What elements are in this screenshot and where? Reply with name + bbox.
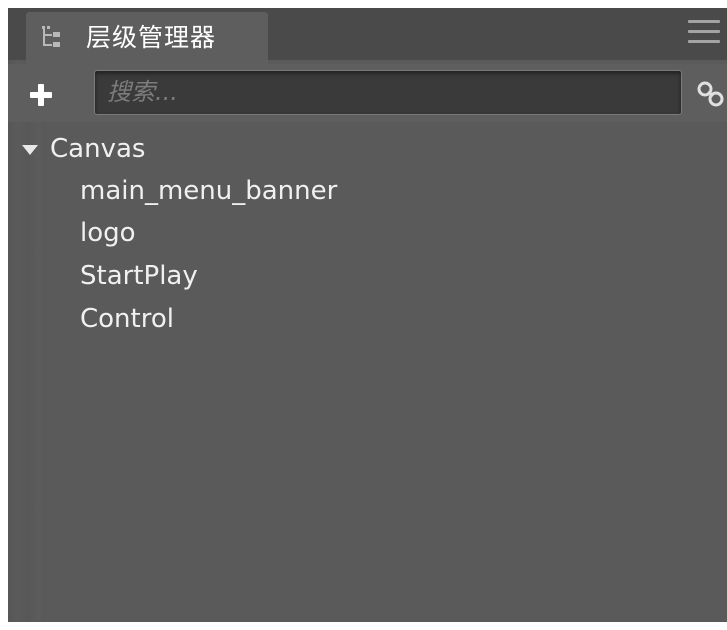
search-field[interactable]: [94, 70, 682, 115]
link-icon[interactable]: [696, 80, 727, 110]
tree-item-control[interactable]: Control: [80, 302, 174, 336]
panel-tab-bar: 层级管理器: [8, 8, 727, 64]
tree-item-logo[interactable]: logo: [80, 216, 136, 250]
hierarchy-panel: 层级管理器 搜索... Canvas main_menu_banner logo…: [8, 8, 727, 622]
add-node-button[interactable]: [26, 80, 56, 110]
expand-caret-icon[interactable]: [22, 145, 38, 155]
screenshot-frame: 层级管理器 搜索... Canvas main_menu_banner logo…: [0, 0, 727, 630]
hierarchy-toolbar: [8, 64, 727, 122]
search-input[interactable]: [107, 75, 667, 109]
tab-hierarchy[interactable]: 层级管理器: [26, 12, 268, 64]
hierarchy-tree-icon: [42, 26, 62, 48]
tree-item-label: Canvas: [50, 134, 146, 164]
tree-item-startplay[interactable]: StartPlay: [80, 259, 198, 293]
panel-menu-icon[interactable]: [688, 20, 720, 46]
panel-title: 层级管理器: [86, 23, 217, 52]
tree-item-main-menu-banner[interactable]: main_menu_banner: [80, 174, 337, 208]
